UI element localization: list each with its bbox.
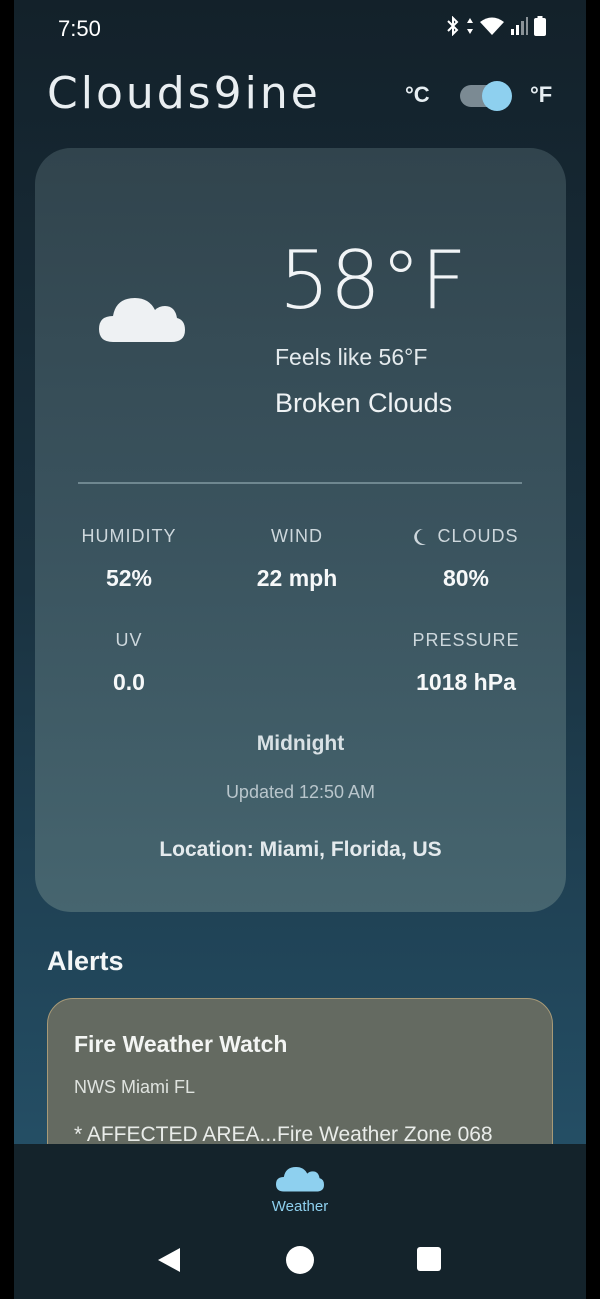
humidity-stat: HUMIDITY 52%	[44, 526, 214, 592]
pressure-value: 1018 hPa	[416, 669, 516, 695]
fahrenheit-label: °F	[530, 82, 553, 107]
alert-source: NWS Miami FL	[74, 1077, 195, 1097]
back-icon[interactable]	[156, 1246, 182, 1274]
nav-item-label: Weather	[271, 1198, 329, 1215]
wind-label: WIND	[271, 526, 323, 546]
current-weather-card: 58°F Feels like 56°F Broken Clouds HUMID…	[35, 148, 566, 912]
pressure-stat: PRESSURE 1018 hPa	[381, 630, 551, 696]
status-icons	[446, 16, 546, 36]
system-navigation-bar	[14, 1226, 586, 1299]
status-bar: 7:50	[14, 0, 586, 56]
humidity-value: 52%	[105, 565, 153, 591]
alerts-heading: Alerts	[47, 946, 124, 976]
feels-like: Feels like 56°F	[275, 344, 428, 370]
clouds-value: 80%	[442, 565, 490, 591]
wind-stat: WIND 22 mph	[212, 526, 382, 592]
cell-signal-icon	[511, 17, 528, 35]
time-of-day: Midnight	[256, 732, 345, 755]
nav-item-weather[interactable]: Weather	[250, 1160, 350, 1215]
bluetooth-icon	[447, 16, 459, 36]
data-arrows-icon	[467, 18, 473, 34]
unit-toggle-switch[interactable]	[460, 81, 512, 111]
uv-value: 0.0	[113, 669, 145, 695]
alert-title: Fire Weather Watch	[74, 1031, 288, 1057]
last-updated: Updated 12:50 AM	[225, 782, 376, 802]
moon-icon	[414, 528, 427, 545]
cloud-icon	[276, 1166, 324, 1192]
uv-stat: UV 0.0	[44, 630, 214, 696]
pressure-label: PRESSURE	[412, 630, 520, 650]
home-button[interactable]	[286, 1246, 314, 1274]
temperature: 58°F	[279, 234, 467, 327]
location: Location: Miami, Florida, US	[159, 838, 442, 861]
celsius-label: °C	[405, 82, 430, 107]
battery-icon	[534, 16, 546, 36]
recents-button[interactable]	[417, 1247, 441, 1271]
clouds-stat: CLOUDS 80%	[381, 526, 551, 592]
wifi-icon	[480, 17, 504, 35]
uv-label: UV	[115, 630, 143, 650]
app-title: Clouds9ine	[47, 68, 321, 119]
cloud-icon	[99, 298, 185, 342]
wind-value: 22 mph	[256, 565, 338, 591]
status-time: 7:50	[58, 16, 101, 41]
weather-condition: Broken Clouds	[275, 388, 453, 418]
toggle-thumb	[482, 81, 512, 111]
humidity-label: HUMIDITY	[81, 526, 177, 546]
card-divider	[78, 482, 522, 484]
clouds-label: CLOUDS	[437, 526, 519, 546]
app-screen: 7:50 Clouds9ine °C °F 58°F Feels like 56…	[14, 0, 586, 1299]
